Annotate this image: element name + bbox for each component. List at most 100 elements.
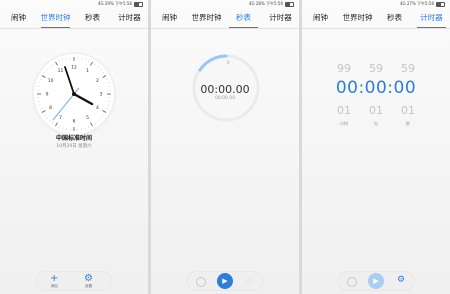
clock-tick — [107, 104, 110, 106]
clock-number: 1 — [86, 68, 89, 74]
clock-number: 3 — [100, 92, 103, 98]
tab-world-clock[interactable]: 世界时钟 — [188, 10, 225, 28]
clock-tick — [97, 119, 99, 122]
analog-clock: 12 1 2 3 4 5 6 7 8 9 10 11 — [34, 54, 114, 134]
clock-tick — [58, 125, 60, 128]
clock-center — [72, 92, 76, 96]
clock-tick — [43, 72, 46, 74]
play-icon: ▶ — [222, 277, 228, 285]
clock-tick — [46, 117, 49, 119]
clock-tick — [58, 60, 60, 63]
clock-tick — [40, 78, 43, 80]
play-button[interactable]: ▶ — [368, 273, 384, 289]
status-text: 4G 27% 下午5:56 — [399, 1, 434, 6]
add-button[interactable]: + 添加 — [50, 274, 58, 289]
clock-tick — [52, 63, 54, 66]
clock-tick — [88, 125, 90, 128]
status-text: 4G 29% 下午5:56 — [97, 1, 132, 6]
clock-tick — [62, 127, 64, 130]
unit-hours: 小时 — [340, 121, 348, 126]
clock-tick — [84, 127, 86, 130]
minutes-below[interactable]: 01 — [365, 104, 387, 117]
tab-timer[interactable]: 计时器 — [111, 10, 148, 28]
status-text: 4G 28% 下午5:56 — [248, 1, 283, 6]
tab-alarm[interactable]: 闹钟 — [151, 10, 188, 28]
battery-icon — [285, 1, 294, 7]
play-icon: ▶ — [373, 277, 379, 285]
status-bar: 4G 29% 下午5:56 — [98, 1, 143, 7]
tab-timer[interactable]: 计时器 — [262, 10, 299, 28]
tab-alarm[interactable]: 闹钟 — [302, 10, 339, 28]
lap-button[interactable]: ◌ — [246, 276, 252, 284]
timer-screen: 4G 27% 下午5:56 闹钟 世界时钟 秒表 计时器 99 59 59 00… — [302, 0, 450, 294]
tab-bar: 闹钟 世界时钟 秒表 计时器 — [151, 10, 299, 28]
settings-button[interactable]: ⚙ 设置 — [84, 274, 93, 289]
status-bar: 4G 28% 下午5:56 — [249, 1, 294, 7]
clock-tick — [55, 61, 58, 66]
tab-world-clock[interactable]: 世界时钟 — [339, 10, 376, 28]
gear-icon[interactable]: ⚙ — [397, 275, 405, 285]
tab-stopwatch[interactable]: 秒表 — [74, 10, 111, 28]
unit-seconds: 秒 — [406, 121, 410, 126]
clock-number: 4 — [96, 105, 99, 111]
clock-tick — [41, 110, 46, 113]
reset-button[interactable] — [347, 277, 357, 287]
bottom-action-bar: ▶ ⚙ — [338, 272, 414, 290]
timezone-date: 10月20日 星期六 — [56, 144, 92, 149]
tab-world-clock[interactable]: 世界时钟 — [37, 10, 74, 28]
clock-tick — [49, 66, 51, 69]
reset-button[interactable] — [196, 277, 206, 287]
clock-tick — [90, 122, 93, 127]
plus-icon: + — [50, 273, 59, 284]
timer-units: 小时 分 秒 — [302, 121, 450, 127]
clock-tick — [38, 104, 41, 106]
gear-icon: ⚙ — [84, 273, 93, 284]
battery-icon — [436, 1, 445, 7]
clock-tick — [97, 66, 99, 69]
seconds-below[interactable]: 01 — [397, 104, 419, 117]
tab-divider — [151, 28, 299, 29]
clock-tick — [94, 122, 96, 125]
stopwatch-lap-time: 00:00.00 — [214, 96, 236, 101]
clock-tick — [102, 75, 107, 78]
tab-alarm[interactable]: 闹钟 — [0, 10, 37, 28]
hours-above[interactable]: 99 — [333, 62, 355, 75]
clock-number: 5 — [86, 115, 89, 121]
clock-tick — [88, 60, 90, 63]
clock-tick — [46, 69, 49, 71]
tab-stopwatch[interactable]: 秒表 — [225, 10, 262, 28]
tab-bar: 闹钟 世界时钟 秒表 计时器 — [302, 10, 450, 28]
tab-divider — [0, 28, 148, 29]
tab-timer[interactable]: 计时器 — [413, 10, 450, 28]
bottom-action-bar: ▶ ◌ — [187, 272, 263, 290]
timer-display[interactable]: 00:00:00 — [302, 78, 450, 98]
clock-number: 2 — [96, 78, 99, 84]
clock-number: 6 — [73, 119, 76, 125]
play-button[interactable]: ▶ — [217, 273, 233, 289]
timer-picker-above[interactable]: 99 59 59 — [302, 62, 450, 75]
timer-picker-below[interactable]: 01 01 01 — [302, 104, 450, 117]
tab-stopwatch[interactable]: 秒表 — [376, 10, 413, 28]
clock-tick — [99, 117, 102, 119]
seconds-above[interactable]: 59 — [397, 62, 419, 75]
hours-below[interactable]: 01 — [333, 104, 355, 117]
clock-number: 7 — [59, 115, 62, 121]
bottom-action-bar: + 添加 ⚙ 设置 — [36, 272, 112, 290]
stopwatch-time: 00:00.00 — [200, 83, 250, 96]
timezone-title: 中国标准时间 — [55, 135, 92, 142]
clock-tick — [105, 78, 108, 80]
clock-number: 10 — [48, 78, 54, 84]
hour-hand — [72, 92, 94, 106]
clock-tick — [102, 110, 107, 113]
clock-tick — [94, 63, 96, 66]
minutes-above[interactable]: 59 — [365, 62, 387, 75]
second-hand — [52, 93, 75, 121]
clock-tick — [105, 108, 108, 110]
clock-tick — [41, 75, 46, 78]
settings-label: 设置 — [84, 284, 92, 288]
clock-tick — [62, 58, 64, 61]
battery-icon — [134, 1, 143, 7]
clock-tick — [49, 119, 51, 122]
clock-tick — [38, 82, 41, 84]
clock-tick — [43, 114, 46, 116]
